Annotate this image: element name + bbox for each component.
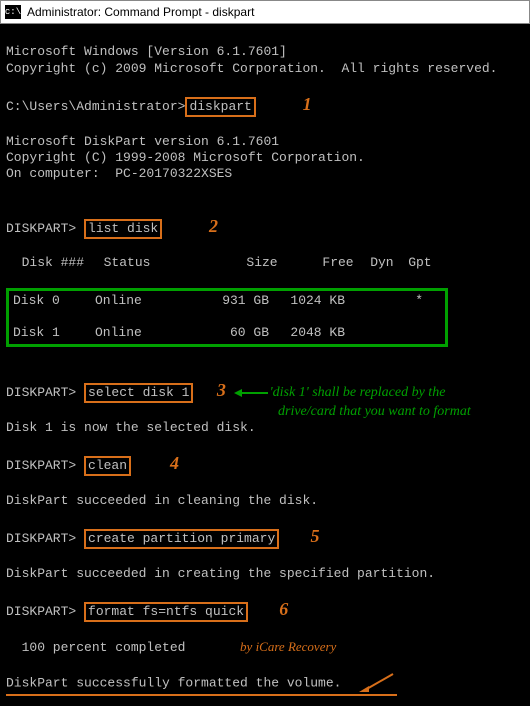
hdr-free: Free	[278, 255, 354, 271]
cmd-icon: c:\	[5, 5, 21, 19]
table-row-disk0: Disk 0Online931 GB1024 KB *	[13, 293, 441, 309]
line-clean-msg: DiskPart succeeded in cleaning the disk.	[6, 493, 318, 508]
annotation-2: 2	[209, 216, 218, 236]
dp-prompt-3: DISKPART>	[6, 385, 84, 400]
line-pct: 100 percent completed	[6, 640, 185, 655]
dp-prompt-6: DISKPART>	[6, 604, 84, 619]
cmd-select-box: select disk 1	[84, 383, 193, 403]
d0-size: 931 GB	[187, 293, 269, 309]
hdr-dyn: Dyn	[354, 255, 394, 271]
cmd-format: format fs=ntfs quick	[88, 604, 244, 619]
d1-name: Disk 1	[13, 325, 95, 341]
d1-free: 2048 KB	[269, 325, 345, 341]
line-diskpart-version: Microsoft DiskPart version 6.1.7601	[6, 134, 279, 149]
disk-table-header: Disk ###StatusSizeFreeDynGpt	[6, 255, 524, 271]
prompt-1: C:\Users\Administrator>	[6, 99, 185, 114]
table-row-disk1: Disk 1Online60 GB2048 KB	[13, 325, 441, 341]
annotation-5: 5	[310, 526, 319, 546]
d0-free: 1024 KB	[269, 293, 345, 309]
disk-table-highlight: Disk 0Online931 GB1024 KB * Disk 1Online6…	[6, 288, 448, 347]
d0-name: Disk 0	[13, 293, 95, 309]
dp-prompt-2: DISKPART>	[6, 221, 84, 236]
dp-prompt-5: DISKPART>	[6, 531, 84, 546]
annotation-green-l2: drive/card that you want to format	[278, 403, 471, 421]
line-create-msg: DiskPart succeeded in creating the speci…	[6, 566, 435, 581]
titlebar[interactable]: c:\ Administrator: Command Prompt - disk…	[0, 0, 530, 24]
d0-gpt: *	[385, 293, 423, 309]
line-done: DiskPart successfully formatted the volu…	[6, 675, 341, 690]
cmd-listdisk: list disk	[88, 221, 158, 236]
window-title: Administrator: Command Prompt - diskpart	[27, 5, 254, 19]
annotation-3: 3	[217, 380, 226, 400]
cmd-select: select disk 1	[88, 385, 189, 400]
cmd-clean: clean	[88, 458, 127, 473]
d1-status: Online	[95, 325, 187, 341]
line-copyright-win: Copyright (c) 2009 Microsoft Corporation…	[6, 61, 497, 76]
dp-prompt-4: DISKPART>	[6, 458, 84, 473]
cmd-create: create partition primary	[88, 531, 275, 546]
annotation-4: 4	[170, 453, 179, 473]
cmd-diskpart: diskpart	[189, 99, 251, 114]
cmd-diskpart-box: diskpart	[185, 97, 255, 117]
line-copyright-dp: Copyright (C) 1999-2008 Microsoft Corpor…	[6, 150, 365, 165]
d0-status: Online	[95, 293, 187, 309]
annotation-1: 1	[303, 94, 312, 114]
hdr-size: Size	[196, 255, 278, 271]
line-ms-windows: Microsoft Windows [Version 6.1.7601]	[6, 44, 287, 59]
cmd-create-box: create partition primary	[84, 529, 279, 549]
hdr-gpt: Gpt	[394, 255, 432, 271]
credit-text: by iCare Recovery	[240, 639, 336, 654]
console-area[interactable]: Microsoft Windows [Version 6.1.7601] Cop…	[0, 24, 530, 706]
hdr-disk: Disk ###	[22, 255, 104, 271]
arrow-green-icon	[234, 386, 270, 400]
cmd-format-box: format fs=ntfs quick	[84, 602, 248, 622]
arrow-orange-icon	[357, 672, 397, 694]
line-on-computer: On computer: PC-20170322XSES	[6, 166, 232, 181]
annotation-green-l1: 'disk 1' shall be replaced by the	[270, 385, 446, 400]
line-selected: Disk 1 is now the selected disk.	[6, 420, 256, 435]
cmd-listdisk-box: list disk	[84, 219, 162, 239]
done-row: DiskPart successfully formatted the volu…	[6, 672, 397, 696]
cmd-clean-box: clean	[84, 456, 131, 476]
d1-size: 60 GB	[187, 325, 269, 341]
hdr-status: Status	[104, 255, 196, 271]
annotation-6: 6	[279, 599, 288, 619]
